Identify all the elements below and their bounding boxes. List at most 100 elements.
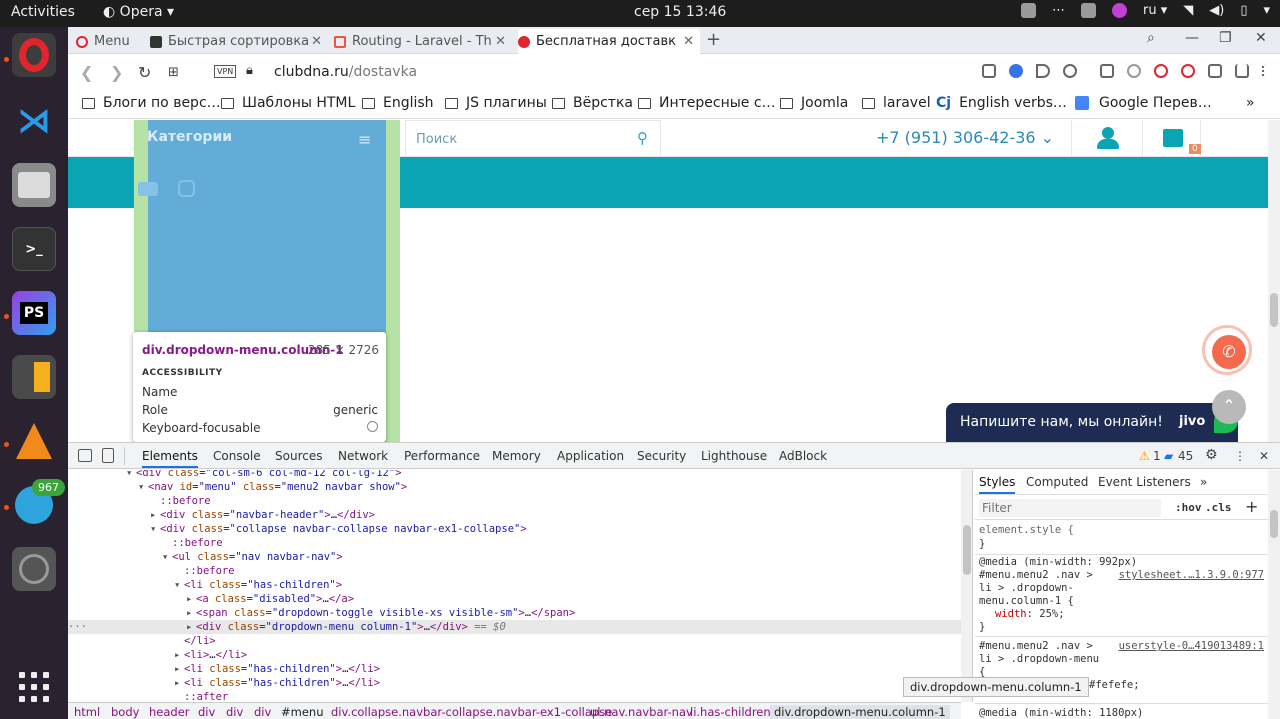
youtube-icon[interactable] [138,182,158,196]
tab-grid-icon[interactable]: ⊞ [168,65,179,80]
dom-node[interactable]: ▸ <li class="has-children">…</li> [68,662,961,676]
inspect-element-icon[interactable] [78,449,92,462]
phone-dropdown[interactable]: +7 (951) 306-42-36 ⌄ [876,128,1054,147]
dom-node[interactable]: ::after [68,690,961,702]
scrollbar-thumb[interactable] [1270,293,1278,327]
dom-node[interactable]: ▸ <span class="dropdown-toggle visible-xs… [68,606,961,620]
bookmark-folder[interactable]: Вёрстка [552,95,633,111]
power-menu-icon[interactable]: ▾ [1263,3,1270,18]
settings-gear-icon[interactable]: ⚙ [1205,447,1218,463]
dom-node-selected[interactable]: ··· ▸ <div class="dropdown-menu column-1">… [68,620,961,634]
mail-icon[interactable] [1100,64,1114,78]
instagram-icon[interactable] [178,180,195,197]
stylesheet-link[interactable]: stylesheet.…1.3.9.0:977 [1119,569,1264,581]
close-icon[interactable]: ✕ [495,34,506,49]
styles-filter-input[interactable] [979,499,1161,517]
maximize-icon[interactable]: ❐ [1219,30,1232,46]
warning-count[interactable]: 1 [1153,449,1161,463]
tab-quicksort[interactable]: Быстрая сортировка ✕ [150,29,328,54]
bookmark-google-translate[interactable]: Google Перев… [1075,95,1212,111]
message-icon[interactable]: ▰ [1164,449,1173,463]
device-toolbar-icon[interactable] [102,448,114,463]
bookmark-english-verbs[interactable]: Cj English verbs… [936,95,1067,111]
rule-selector[interactable]: #menu.menu2 .nav > [979,640,1093,653]
bookmarks-overflow[interactable]: » [1246,95,1255,111]
dom-node[interactable]: ::before [68,564,961,578]
rule-selector[interactable]: li > .dropdown- [979,582,1074,595]
app-menu[interactable]: ◐ Opera ▾ [103,4,174,20]
crumb-html[interactable]: html [74,705,100,719]
close-icon[interactable]: ✕ [683,34,694,49]
crumb-header[interactable]: header [149,705,190,719]
disks-launcher[interactable] [12,547,56,591]
hamburger-icon[interactable]: ≡ [358,130,371,149]
adblock-shield-icon[interactable] [1009,64,1023,78]
opera-ext-icon[interactable] [1154,64,1168,78]
element-style-rule[interactable]: element.style { [979,524,1074,537]
tab-search-icon[interactable]: ⌕ [1147,30,1155,46]
more-options-icon[interactable]: ⋮ [1234,449,1246,463]
jivo-chat-widget[interactable]: Напишите нам, мы онлайн! jivo [946,403,1238,442]
search-input[interactable]: Поиск [416,132,457,147]
bookmark-folder[interactable]: laravel [862,95,931,111]
crumb-div[interactable]: div [226,705,243,719]
battery-icon[interactable]: ▯ [1240,3,1247,18]
vpn-badge[interactable]: VPN [214,65,237,78]
url-field[interactable]: clubdna.ru/dostavka [274,64,417,80]
crumb-div[interactable]: div [254,705,271,719]
dom-node[interactable]: ▾ <ul class="nav navbar-nav"> [68,550,961,564]
new-tab-button[interactable]: + [706,29,721,50]
rule-selector[interactable]: menu.column-1 { [979,595,1074,608]
tab-network[interactable]: Network [338,449,388,463]
close-icon[interactable]: ✕ [311,34,322,49]
crumb-dropdown[interactable]: div.dropdown-menu.column-1 [770,705,950,719]
send-icon[interactable] [1036,64,1050,78]
page-scrollbar[interactable] [1268,120,1280,442]
tab-computed[interactable]: Computed [1026,475,1088,489]
bookmark-folder[interactable]: Шаблоны HTML [221,95,355,111]
app-indicator-icon[interactable] [1111,3,1127,18]
menu-icon[interactable] [1262,64,1268,78]
crumb-div[interactable]: div [198,705,215,719]
tab-sources[interactable]: Sources [275,449,322,463]
close-devtools-icon[interactable]: ✕ [1259,449,1269,463]
download-icon[interactable] [1235,64,1249,78]
styles-scrollbar[interactable] [1268,470,1280,719]
dom-node[interactable]: ::before [68,494,961,508]
activities-button[interactable]: Activities [11,4,75,20]
dom-node[interactable]: ▾ <div class="collapse navbar-collapse na… [68,522,961,536]
tab-laravel[interactable]: Routing - Laravel - Th ✕ [334,29,512,54]
vscode-launcher[interactable]: ⋊ [12,99,56,143]
volume-icon[interactable]: ◀) [1209,3,1224,18]
bookmark-folder[interactable]: Joomla [780,95,848,111]
close-window-icon[interactable]: ✕ [1255,30,1267,46]
lock-icon[interactable]: 🔒︎ [246,63,253,78]
dom-node[interactable]: ▸ <li>…</li> [68,648,961,662]
tab-delivery[interactable]: Бесплатная доставк ✕ [518,29,700,54]
forward-icon[interactable]: ❯ [110,63,123,82]
back-icon[interactable]: ❮ [80,63,93,82]
dom-node[interactable]: ▸ <div class="navbar-header">…</div> [68,508,961,522]
language-indicator[interactable]: ru ▾ [1143,3,1167,18]
new-rule-icon[interactable]: + [1245,497,1258,516]
scroll-to-top-button[interactable]: ⌃ [1212,390,1246,424]
css-declaration[interactable]: width: 25%; [995,608,1065,621]
scrollbar-thumb[interactable] [1270,510,1278,538]
tab-elements[interactable]: Elements [142,449,198,468]
clock[interactable]: сер 15 13:46 [634,4,726,20]
opera-launcher[interactable] [12,33,56,77]
tab-menu[interactable]: Menu [76,29,144,54]
categories-label[interactable]: Категории [147,129,232,145]
account-button[interactable] [1071,120,1142,157]
message-count[interactable]: 45 [1178,449,1193,463]
tab-application[interactable]: Application [557,449,624,463]
scrollbar-thumb[interactable] [963,525,971,575]
tab-event-listeners[interactable]: Event Listeners [1098,475,1191,489]
crumb-li[interactable]: li.has-children [690,705,771,719]
rule-selector[interactable]: li > .dropdown-menu [979,653,1099,666]
dots-icon[interactable]: ⋯ [1052,3,1065,18]
show-applications-icon[interactable] [19,672,49,702]
tab-memory[interactable]: Memory [492,449,541,463]
dom-node[interactable]: </li> [68,634,961,648]
reload-icon[interactable]: ↻ [138,63,151,82]
